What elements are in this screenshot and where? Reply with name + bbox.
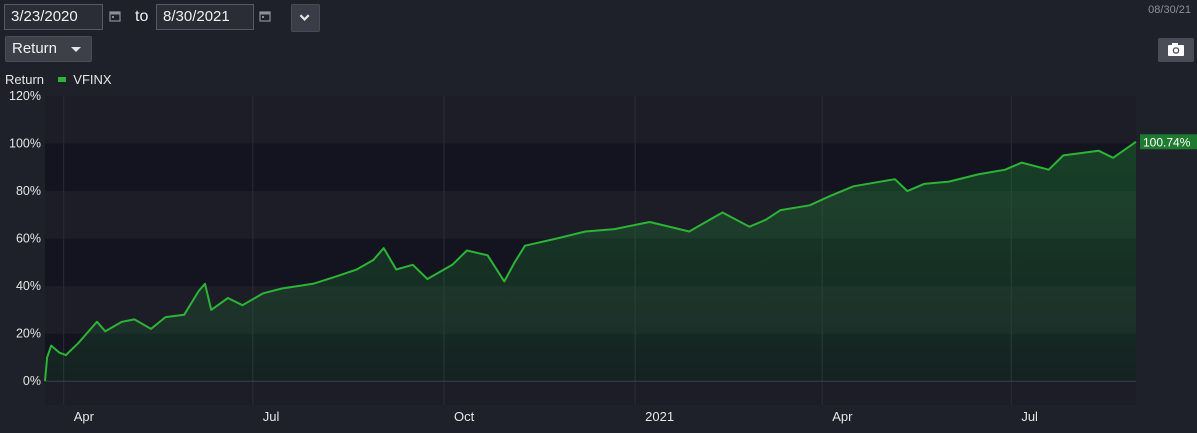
x-tick-label: 2021: [645, 409, 674, 424]
x-tick-label: Oct: [454, 409, 475, 424]
y-tick-label: 120%: [9, 89, 41, 103]
return-chart[interactable]: Apr Jul Oct 2021 Apr Jul 0% 20% 40% 60% 80% 100% 120…: [0, 0, 1197, 433]
x-tick-label: Apr: [832, 409, 853, 424]
y-tick-label: 80%: [16, 184, 41, 198]
plot-band: [45, 381, 1136, 405]
last-value-label: 100.74%: [1143, 135, 1191, 149]
x-tick-label: Jul: [263, 409, 280, 424]
y-tick-label: 40%: [16, 279, 41, 293]
y-tick-label: 100%: [9, 137, 41, 151]
x-tick-label: Apr: [74, 409, 95, 424]
x-tick-label: Jul: [1021, 409, 1038, 424]
plot-band: [45, 96, 1136, 144]
y-tick-label: 20%: [16, 327, 41, 341]
y-tick-label: 60%: [16, 232, 41, 246]
y-tick-label: 0%: [23, 374, 41, 388]
